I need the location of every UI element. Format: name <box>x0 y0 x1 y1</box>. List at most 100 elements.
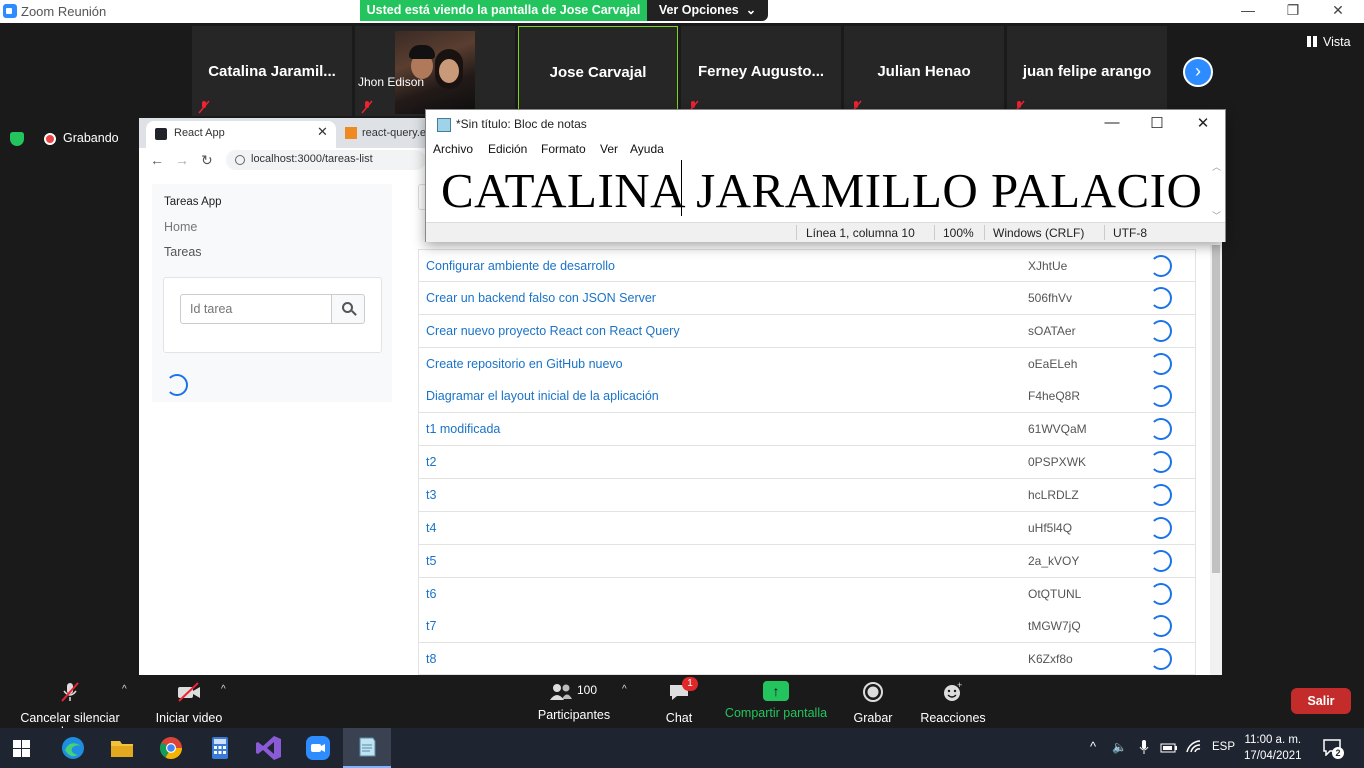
task-loading-spinner <box>1150 516 1172 539</box>
notepad-title: *Sin título: Bloc de notas <box>456 117 587 131</box>
people-icon <box>550 684 572 700</box>
task-row[interactable]: Configurar ambiente de desarrollo XJhtUe <box>418 249 1196 282</box>
participants-caret-icon[interactable]: ^ <box>622 684 627 695</box>
browser-tab-react-app[interactable]: React App ✕ <box>146 121 336 148</box>
share-screen-button[interactable]: ↑ Compartir pantalla <box>722 681 830 720</box>
windows-start-icon[interactable] <box>13 740 30 757</box>
file-explorer-icon[interactable] <box>107 733 137 763</box>
view-options-button[interactable]: Ver Opciones ⌄ <box>647 0 768 21</box>
participant-tile[interactable]: Catalina Jaramil... <box>192 26 352 116</box>
participant-name: Jhon Edison <box>358 75 425 89</box>
microphone-icon[interactable] <box>1139 739 1149 755</box>
task-title-link[interactable]: t7 <box>426 619 436 633</box>
task-row[interactable]: t7 tMGW7jQ <box>418 610 1196 644</box>
close-icon[interactable]: ✕ <box>1188 114 1218 132</box>
task-title-link[interactable]: t3 <box>426 488 436 502</box>
task-row[interactable]: t3 hcLRDLZ <box>418 478 1196 512</box>
forward-icon[interactable]: → <box>175 152 189 168</box>
volume-icon[interactable]: 🔈 <box>1112 740 1127 754</box>
wifi-icon[interactable] <box>1186 740 1202 754</box>
task-row[interactable]: t5 2a_kVOY <box>418 544 1196 578</box>
address-bar[interactable]: localhost:3000/tareas-list <box>226 150 426 170</box>
share-screen-label: Compartir pantalla <box>724 706 828 720</box>
start-video-label: Iniciar video <box>155 711 223 725</box>
task-title-link[interactable]: t1 modificada <box>426 422 500 436</box>
start-video-button[interactable]: Iniciar video <box>150 681 228 725</box>
task-row[interactable]: Crear un backend falso con JSON Server 50… <box>418 281 1196 315</box>
menu-formato[interactable]: Formato <box>541 142 586 156</box>
audio-options-caret-icon[interactable]: ^ <box>122 684 127 695</box>
participants-button[interactable]: 100 Participantes <box>536 681 612 722</box>
task-title-link[interactable]: Create repositorio en GitHub nuevo <box>426 357 623 371</box>
nav-link-tareas[interactable]: Tareas <box>164 245 202 259</box>
back-icon[interactable]: ← <box>150 152 164 168</box>
participant-tile[interactable]: Julian Henao <box>844 26 1004 116</box>
view-button[interactable]: Vista <box>1307 35 1351 49</box>
participant-tile[interactable]: Ferney Augusto... <box>681 26 841 116</box>
minimize-icon[interactable]: — <box>1097 114 1127 131</box>
task-id-search-input[interactable] <box>180 294 332 324</box>
browser-tab-react-query[interactable]: react-query.es <box>341 121 432 148</box>
zoom-app-icon[interactable] <box>303 733 333 763</box>
visual-studio-icon[interactable] <box>254 733 284 763</box>
reload-icon[interactable]: ↻ <box>201 152 213 169</box>
notepad-text-area[interactable]: CATALINA JARAMILLO PALACIO <box>441 162 1202 219</box>
menu-ver[interactable]: Ver <box>600 142 618 156</box>
menu-ayuda[interactable]: Ayuda <box>630 142 664 156</box>
video-options-caret-icon[interactable]: ^ <box>221 684 226 695</box>
app-brand[interactable]: Tareas App <box>164 196 222 208</box>
restore-icon[interactable]: ❐ <box>1281 2 1305 19</box>
record-button[interactable]: Grabar <box>846 681 900 725</box>
search-button[interactable] <box>331 294 365 324</box>
notepad-window[interactable]: *Sin título: Bloc de notas — ☐ ✕ Archivo… <box>425 109 1226 242</box>
task-loading-spinner <box>1150 286 1172 309</box>
leave-meeting-button[interactable]: Salir <box>1291 688 1351 714</box>
participant-tile[interactable]: juan felipe arango <box>1007 26 1167 116</box>
reactions-label: Reacciones <box>920 711 986 725</box>
notepad-taskbar-button[interactable] <box>343 728 391 768</box>
svg-text:+: + <box>957 681 962 690</box>
task-loading-spinner <box>1150 648 1172 671</box>
menu-archivo[interactable]: Archivo <box>433 142 473 156</box>
close-tab-icon[interactable]: ✕ <box>317 124 328 140</box>
menu-edicion[interactable]: Edición <box>488 142 527 156</box>
task-title-link[interactable]: t4 <box>426 521 436 535</box>
task-row[interactable]: t6 OtQTUNL <box>418 577 1196 611</box>
page-scrollbar[interactable] <box>1210 245 1222 675</box>
calculator-icon[interactable] <box>205 733 235 763</box>
task-title-link[interactable]: t6 <box>426 587 436 601</box>
task-title-link[interactable]: Configurar ambiente de desarrollo <box>426 259 615 273</box>
cursor-position: Línea 1, columna 10 <box>806 226 915 240</box>
chrome-icon[interactable] <box>156 733 186 763</box>
task-title-link[interactable]: t8 <box>426 652 436 666</box>
task-row[interactable]: Create repositorio en GitHub nuevo oEaELe… <box>418 347 1196 381</box>
scrollbar-thumb[interactable] <box>1212 245 1220 573</box>
show-hidden-icons-icon[interactable]: ^ <box>1090 739 1096 754</box>
taskbar-clock[interactable]: 11:00 a. m. 17/04/2021 <box>1244 732 1302 764</box>
task-title-link[interactable]: t2 <box>426 455 436 469</box>
task-title-link[interactable]: Diagramar el layout inicial de la aplica… <box>426 389 659 403</box>
minimize-icon[interactable]: — <box>1236 2 1260 18</box>
nav-link-home[interactable]: Home <box>164 220 197 234</box>
task-title-link[interactable]: t5 <box>426 554 436 568</box>
task-row[interactable]: t1 modificada 61WVQaM <box>418 413 1196 447</box>
close-icon[interactable]: ✕ <box>1326 2 1350 19</box>
reactions-button[interactable]: + Reacciones <box>918 680 988 725</box>
task-title-link[interactable]: Crear nuevo proyecto React con React Que… <box>426 324 680 338</box>
task-row[interactable]: t8 K6Zxf8o <box>418 643 1196 675</box>
task-row[interactable]: Diagramar el layout inicial de la aplica… <box>418 380 1196 414</box>
notepad-scrollbar[interactable]: ︿ ﹀ <box>1208 160 1225 221</box>
notification-center-button[interactable]: 2 <box>1322 738 1344 759</box>
task-title-link[interactable]: Crear un backend falso con JSON Server <box>426 291 656 305</box>
task-row[interactable]: t2 0PSPXWK <box>418 446 1196 480</box>
edge-icon[interactable] <box>58 733 88 763</box>
language-indicator[interactable]: ESP <box>1212 741 1235 753</box>
participant-tile-active-speaker[interactable]: Jose Carvajal <box>518 26 678 116</box>
maximize-icon[interactable]: ☐ <box>1142 114 1172 132</box>
battery-icon[interactable] <box>1160 742 1178 754</box>
task-row[interactable]: Crear nuevo proyecto React con React Que… <box>418 314 1196 348</box>
task-row[interactable]: t4 uHf5l4Q <box>418 511 1196 545</box>
task-loading-spinner <box>1150 582 1172 605</box>
next-participants-button[interactable]: › <box>1183 57 1213 87</box>
participant-tile[interactable] <box>355 26 515 116</box>
